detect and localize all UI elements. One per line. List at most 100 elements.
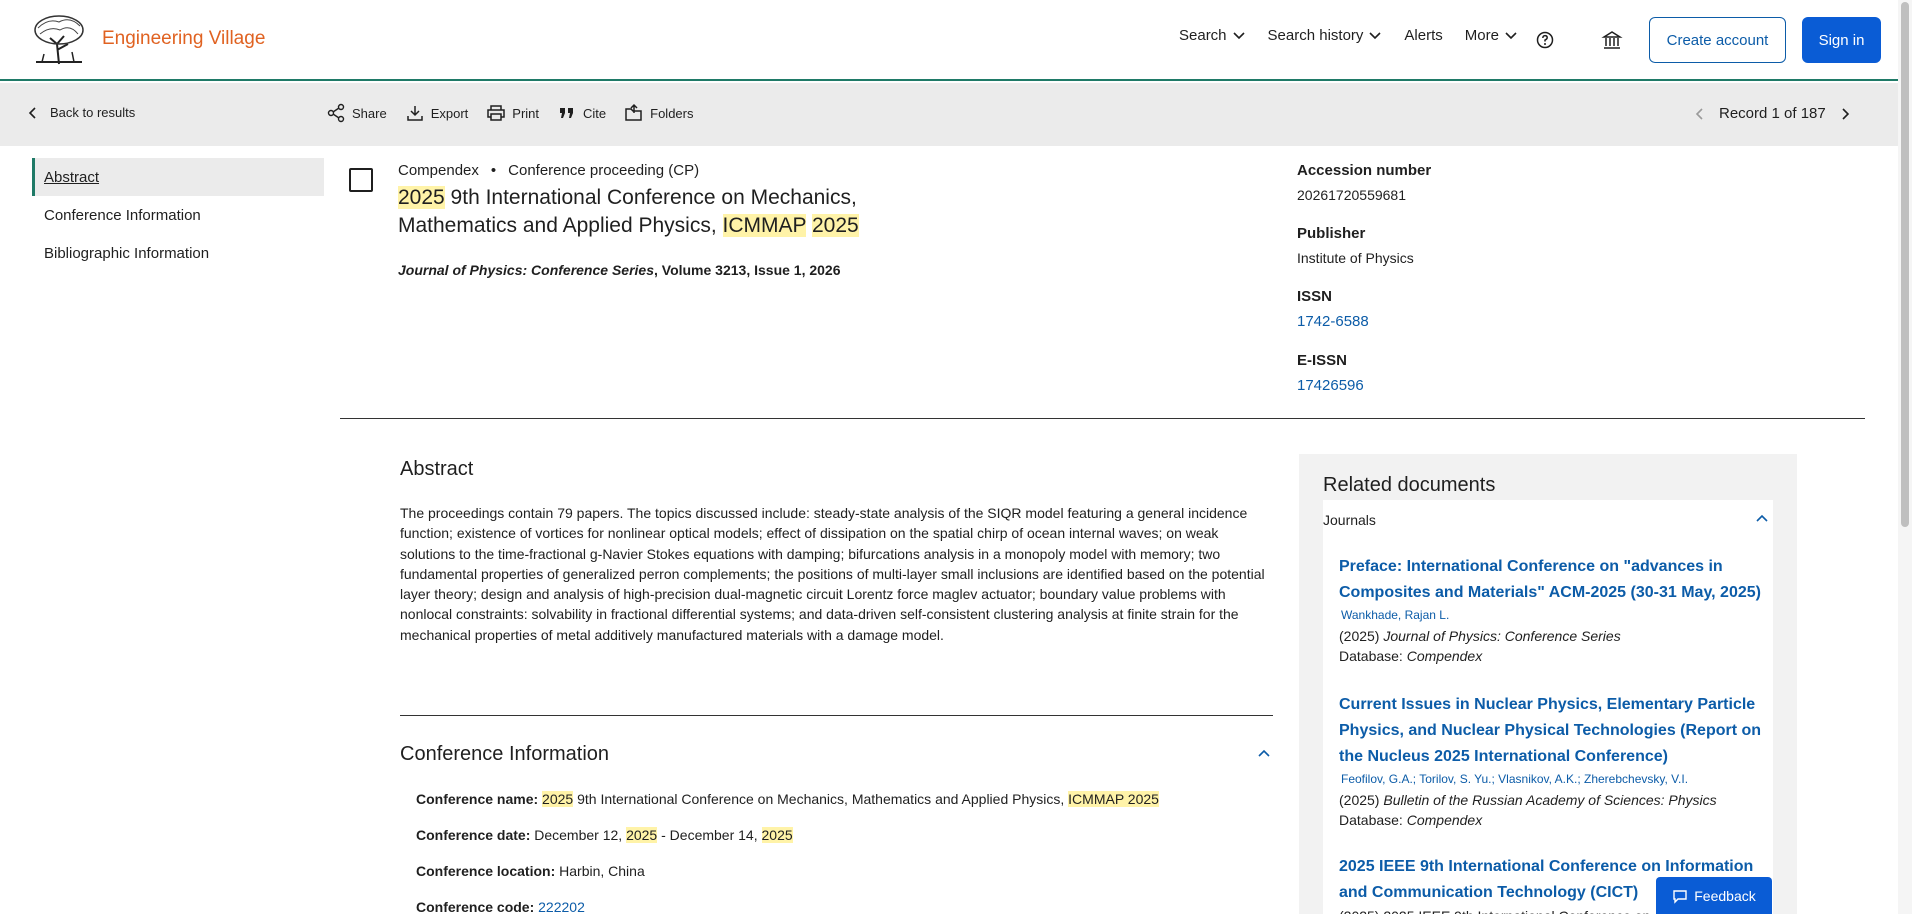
record-navigation: Record 1 of 187	[1693, 105, 1852, 122]
cite-label: Cite	[583, 105, 607, 121]
related-doc-source-name: Journal of Physics: Conference Series	[1383, 628, 1621, 644]
abstract-text: The proceedings contain 79 papers. The t…	[400, 505, 1265, 643]
conference-date-highlight: 2025	[626, 827, 658, 843]
conference-name-row: Conference name: 2025 9th International …	[416, 791, 1159, 807]
conference-date-text: December 12,	[530, 827, 627, 843]
nav-search-history[interactable]: Search history	[1268, 27, 1383, 44]
document-type: Conference proceeding (CP)	[508, 162, 700, 179]
share-icon	[327, 103, 345, 123]
issn-link[interactable]: 1742-6588	[1297, 313, 1597, 330]
related-doc-database: Database: Compendex	[1339, 646, 1769, 666]
share-button[interactable]: Share	[326, 103, 387, 123]
chevron-up-icon	[1756, 514, 1768, 522]
nav-alerts-label: Alerts	[1404, 27, 1443, 44]
feedback-button[interactable]: Feedback	[1656, 877, 1772, 914]
quote-icon	[560, 108, 574, 118]
export-button[interactable]: Export	[405, 103, 469, 123]
record-tools: Share Export Print Cite Folders	[326, 103, 712, 123]
title-highlight: ICMMAP	[722, 214, 807, 237]
database-label: Database:	[1339, 648, 1407, 664]
related-panel: Journals Preface: International Conferen…	[1323, 500, 1773, 914]
print-button[interactable]: Print	[486, 103, 539, 123]
conference-code-link[interactable]: 222202	[538, 899, 585, 914]
nav-search-label: Search	[1179, 27, 1227, 44]
institution-icon[interactable]	[1601, 29, 1623, 51]
issn-label: ISSN	[1297, 288, 1333, 305]
elsevier-tree-logo[interactable]	[30, 14, 88, 66]
chevron-right-icon[interactable]	[1838, 107, 1852, 121]
journal-volume-issue: , Volume 3213, Issue 1, 2026	[653, 262, 841, 278]
record-counter: Record 1 of 187	[1719, 105, 1826, 122]
nav-search[interactable]: Search	[1179, 27, 1246, 44]
conference-date-label: Conference date:	[416, 827, 531, 843]
select-record-checkbox[interactable]	[349, 168, 373, 192]
chevron-up-icon[interactable]	[1256, 746, 1272, 762]
section-nav-bibliographic-information[interactable]: Bibliographic Information	[32, 234, 324, 272]
separator-dot: •	[490, 162, 497, 179]
conference-name-text: 9th International Conference on Mechanic…	[573, 791, 1069, 807]
section-nav: Abstract Conference Information Bibliogr…	[32, 158, 324, 272]
nav-more[interactable]: More	[1465, 27, 1518, 44]
related-doc: Current Issues in Nuclear Physics, Eleme…	[1339, 692, 1769, 830]
accession-label: Accession number	[1297, 162, 1432, 179]
back-to-results-link[interactable]: Back to results	[26, 105, 135, 120]
section-nav-abstract[interactable]: Abstract	[32, 158, 324, 196]
related-doc-title[interactable]: Current Issues in Nuclear Physics, Eleme…	[1339, 692, 1769, 770]
folder-icon	[625, 103, 642, 121]
database-label: Compendex	[398, 162, 479, 179]
conference-date-highlight: 2025	[761, 827, 793, 843]
conference-name-highlight: ICMMAP 2025	[1068, 791, 1159, 807]
back-label: Back to results	[50, 105, 136, 120]
record-identifiers: Accession number 20261720559681 Publishe…	[1297, 162, 1597, 416]
related-doc-title[interactable]: Preface: International Conference on "ad…	[1339, 554, 1769, 606]
chevron-down-icon	[1232, 31, 1245, 39]
folders-label: Folders	[650, 105, 694, 121]
top-nav: Search Search history Alerts More	[1179, 27, 1540, 44]
conference-heading: Conference Information	[400, 743, 610, 765]
conference-code-row: Conference code: 222202	[416, 899, 585, 914]
journals-toggle[interactable]: Journals	[1323, 512, 1773, 528]
brand-name[interactable]: Engineering Village	[102, 28, 265, 50]
nav-alerts[interactable]: Alerts	[1404, 27, 1442, 44]
related-doc-year: (2025)	[1339, 628, 1384, 644]
title-highlight: 2025	[398, 186, 445, 209]
database-label: Database:	[1339, 812, 1407, 828]
section-nav-conference-information[interactable]: Conference Information	[32, 196, 324, 234]
related-doc-source-name: Bulletin of the Russian Academy of Scien…	[1383, 792, 1717, 808]
eissn-link[interactable]: 17426596	[1297, 377, 1597, 394]
related-doc-authors[interactable]: Feofilov, G.A.; Torilov, S. Yu.; Vlasnik…	[1341, 772, 1769, 786]
divider	[340, 418, 1865, 419]
sign-in-button[interactable]: Sign in	[1802, 17, 1881, 63]
nav-more-label: More	[1464, 27, 1499, 44]
conference-location-row: Conference location: Harbin, China	[416, 863, 645, 879]
journals-label: Journals	[1323, 512, 1376, 528]
publisher-label: Publisher	[1297, 225, 1366, 242]
conference-location-value: Harbin, China	[555, 863, 645, 879]
related-doc-source: (2025) Bulletin of the Russian Academy o…	[1339, 790, 1769, 810]
chat-bubble-icon	[1673, 889, 1687, 904]
record-meta: Compendex • Conference proceeding (CP)	[398, 162, 699, 179]
print-label: Print	[512, 105, 540, 121]
chevron-down-icon	[1369, 31, 1381, 39]
related-documents: Related documents Journals Preface: Inte…	[1299, 454, 1797, 914]
related-doc-authors[interactable]: Wankhade, Rajan L.	[1341, 608, 1769, 622]
record-title: 2025 9th International Conference on Mec…	[398, 184, 918, 240]
eissn-label: E-ISSN	[1297, 352, 1348, 369]
share-label: Share	[352, 105, 387, 121]
database-name: Compendex	[1406, 812, 1483, 828]
help-icon[interactable]	[1535, 30, 1555, 50]
title-highlight: 2025	[811, 214, 859, 237]
page-scrollbar[interactable]	[1898, 0, 1912, 914]
cite-button[interactable]: Cite	[557, 103, 606, 123]
create-account-button[interactable]: Create account	[1649, 17, 1786, 63]
export-label: Export	[430, 105, 469, 121]
folders-button[interactable]: Folders	[624, 103, 694, 123]
chevron-left-icon[interactable]	[1693, 107, 1707, 121]
record-toolbar: Back to results Share Export Print Cite …	[0, 83, 1912, 146]
scrollbar-thumb[interactable]	[1901, 2, 1909, 527]
conference-date-row: Conference date: December 12, 2025 - Dec…	[416, 827, 793, 843]
conference-code-label: Conference code:	[416, 899, 535, 914]
site-header: Engineering Village Search Search histor…	[0, 0, 1912, 81]
related-doc-database: Database: Compendex	[1339, 810, 1769, 830]
conference-name-highlight: 2025	[542, 791, 574, 807]
